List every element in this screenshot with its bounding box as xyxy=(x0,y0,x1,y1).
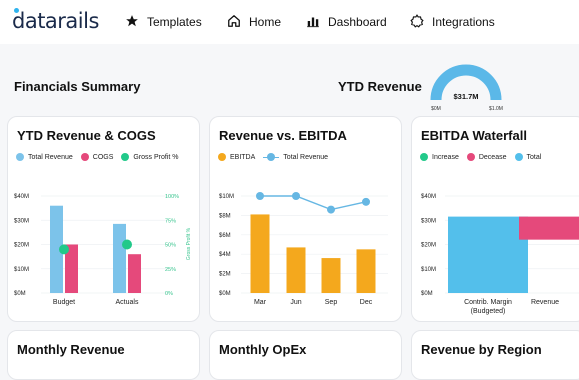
y2-axis-label: Gross Profit % xyxy=(186,227,192,260)
y-tick-label: $4M xyxy=(219,252,231,258)
nav-dashboard-label: Dashboard xyxy=(328,15,387,29)
x-tick-label: Dec xyxy=(360,299,373,306)
ebitda-waterfall-chart: $0M $10M $20M $30M $40M Contrib. Margin (Budge… xyxy=(421,194,579,315)
y-tick-label: $8M xyxy=(219,213,231,219)
x-tick-label: Mar xyxy=(254,299,267,306)
card-title: Monthly Revenue xyxy=(17,342,125,357)
gauge-value-label: $31.7M xyxy=(453,92,478,101)
nav-dashboard[interactable]: Dashboard xyxy=(306,13,387,31)
y-tick-label: $0M xyxy=(421,291,433,297)
bar-decease xyxy=(519,216,579,240)
y2-tick-label: 25% xyxy=(165,267,176,273)
ytd-revenue-title: YTD Revenue xyxy=(338,79,422,94)
card-ebitda-waterfall: EBITDA Waterfall Increase Decease Total … xyxy=(411,116,579,322)
datarails-logo[interactable]: datarails xyxy=(12,9,99,33)
y-tick-label: $10M xyxy=(219,194,234,200)
point-total-revenue xyxy=(256,192,264,200)
ytd-revenue-gauge: $31.7M $0M $1.0M xyxy=(430,64,503,112)
y-tick-label: $10M xyxy=(421,267,436,273)
y2-tick-label: 75% xyxy=(165,218,176,224)
point-gross-profit xyxy=(122,239,132,250)
nav-templates[interactable]: Templates xyxy=(125,13,202,31)
x-tick-label: Jun xyxy=(290,299,301,306)
star-icon xyxy=(125,14,139,31)
y2-tick-label: 50% xyxy=(165,243,176,249)
y-tick-label: $30M xyxy=(14,218,29,224)
bar-ebitda xyxy=(321,258,341,293)
point-total-revenue xyxy=(362,197,370,206)
bar-ebitda xyxy=(250,214,270,293)
card-monthly-revenue: Monthly Revenue xyxy=(7,330,200,380)
y-tick-label: $0M xyxy=(219,291,231,297)
card-revenue-vs-ebitda: Revenue vs. EBITDA EBITDA Total Revenue … xyxy=(209,116,402,322)
financials-summary-title: Financials Summary xyxy=(14,79,141,94)
y-tick-label: $20M xyxy=(14,243,29,249)
bar-ebitda xyxy=(356,249,376,293)
revenue-ebitda-chart: $0M $2M $4M $6M $8M $10M Mar Jun Sep Dec xyxy=(219,192,388,306)
point-gross-profit xyxy=(59,244,69,255)
bar-cogs xyxy=(128,254,141,293)
gauge-min-label: $0M xyxy=(431,106,441,112)
card-monthly-opex: Monthly OpEx xyxy=(209,330,402,380)
top-navigation-bar: datarails Templates Home Dashboard Integ… xyxy=(0,0,579,44)
card-ytd-revenue-cogs: YTD Revenue & COGS Total Revenue COGS Gr… xyxy=(7,116,200,322)
nav-home-label: Home xyxy=(249,15,282,29)
y2-tick-label: 0% xyxy=(165,291,173,297)
line-total-revenue xyxy=(260,195,367,211)
gauge-max-label: $1.0M xyxy=(489,106,503,112)
bar-total-revenue xyxy=(113,223,126,293)
x-tick-label: (Budgeted) xyxy=(471,308,506,315)
revenue-cogs-chart: $0M $10M $20M $30M $40M 0% 25% 50% 75% 100% Gross … xyxy=(14,194,192,306)
bar-total xyxy=(448,216,528,293)
x-tick-label: Budget xyxy=(53,299,75,306)
x-tick-label: Sep xyxy=(325,299,338,306)
y2-tick-label: 100% xyxy=(165,194,179,200)
x-tick-label: Revenue xyxy=(531,299,559,306)
y-tick-label: $20M xyxy=(421,243,436,249)
y-tick-label: $10M xyxy=(14,267,29,273)
y-tick-label: $2M xyxy=(219,272,231,278)
y-tick-label: $40M xyxy=(14,194,29,200)
y-tick-label: $6M xyxy=(219,233,231,239)
bar-ebitda xyxy=(286,247,306,293)
y-tick-label: $0M xyxy=(14,291,26,297)
point-total-revenue xyxy=(327,205,335,214)
y-tick-label: $40M xyxy=(421,194,436,200)
nav-integrations[interactable]: Integrations xyxy=(410,13,495,31)
gear-icon xyxy=(410,13,424,31)
point-total-revenue xyxy=(292,192,300,200)
x-tick-label: Actuals xyxy=(116,299,139,306)
x-tick-label: Contrib. Margin xyxy=(464,299,512,306)
bar-chart-icon xyxy=(306,14,320,31)
nav-home[interactable]: Home xyxy=(227,13,281,31)
card-title: Revenue by Region xyxy=(421,342,542,357)
card-revenue-by-region: Revenue by Region xyxy=(411,330,579,380)
home-icon xyxy=(227,14,241,31)
y-tick-label: $30M xyxy=(421,218,436,224)
nav-templates-label: Templates xyxy=(147,15,202,29)
card-title: Monthly OpEx xyxy=(219,342,307,357)
nav-integrations-label: Integrations xyxy=(432,15,495,29)
